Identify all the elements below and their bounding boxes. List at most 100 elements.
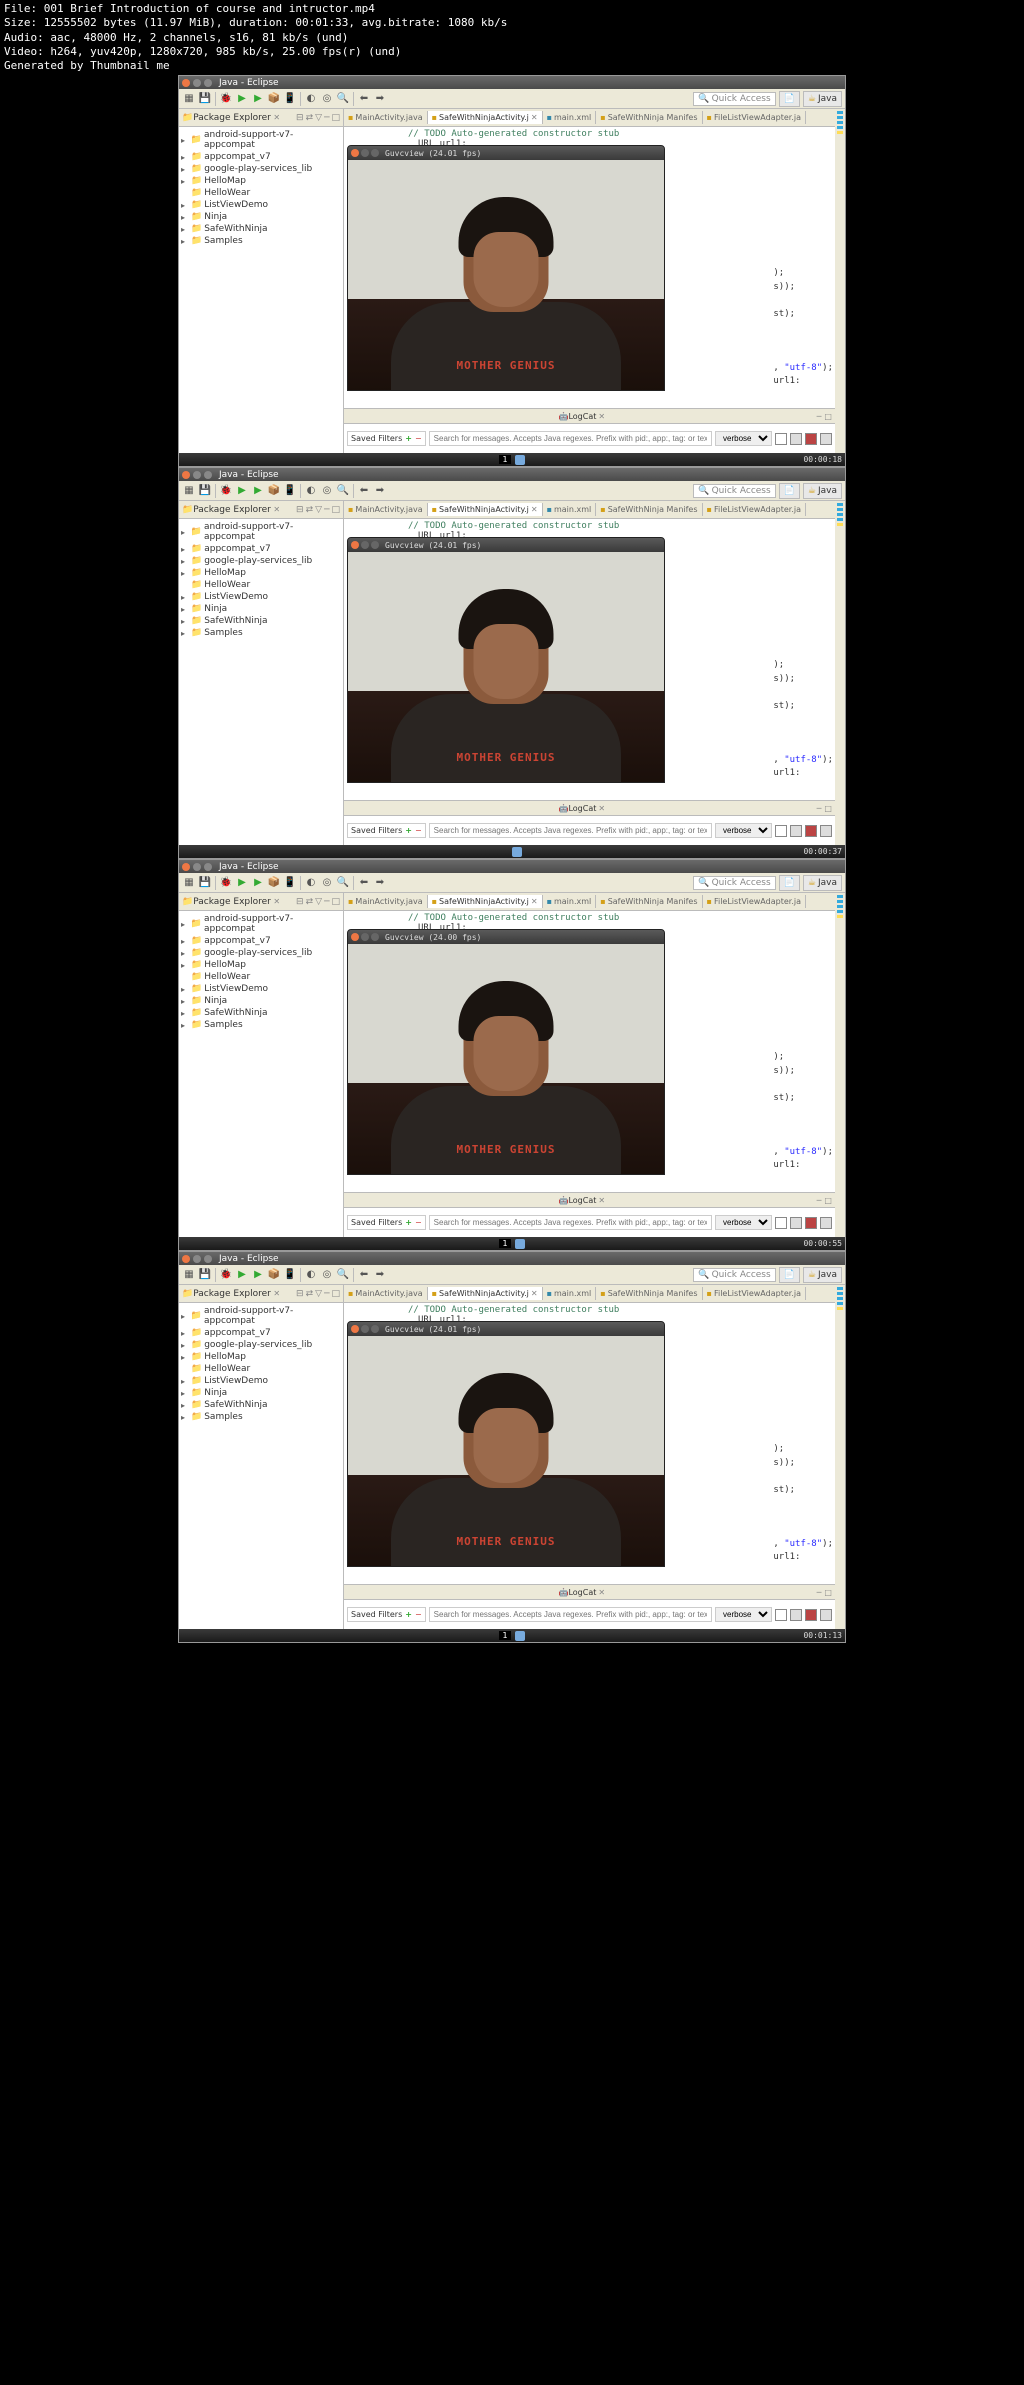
- tab-0[interactable]: ▪ MainActivity.java: [344, 111, 428, 124]
- avd-icon[interactable]: 📱: [283, 92, 297, 106]
- collapse-icon[interactable]: ⊟: [296, 1289, 304, 1299]
- open-type-icon[interactable]: ◎: [320, 484, 334, 498]
- close-icon[interactable]: ✕: [531, 897, 538, 906]
- menu-icon[interactable]: ▽: [315, 1289, 322, 1299]
- tab-3[interactable]: ▪ SafeWithNinja Manifes: [596, 111, 702, 124]
- save-log-icon[interactable]: [775, 825, 787, 837]
- save-icon[interactable]: 💾: [198, 876, 212, 890]
- save-icon[interactable]: 💾: [198, 484, 212, 498]
- tree-item-samples[interactable]: ▸ 📁 Samples: [181, 1411, 341, 1423]
- logcat-label[interactable]: LogCat: [568, 804, 596, 813]
- menu-icon[interactable]: ▽: [315, 505, 322, 515]
- guvcview-window[interactable]: Guvcview (24.01 fps) MOTHER GENIUS: [347, 145, 665, 391]
- minimize-icon[interactable]: ─: [817, 1196, 822, 1205]
- video-titlebar[interactable]: Guvcview (24.01 fps): [348, 146, 664, 160]
- close-icon[interactable]: [351, 149, 359, 157]
- nav-back-icon[interactable]: ⬅: [357, 876, 371, 890]
- clear-log-icon[interactable]: [790, 1217, 802, 1229]
- tree-item-safewithninja[interactable]: ▸ 📁 SafeWithNinja: [181, 1399, 341, 1411]
- expand-icon[interactable]: ▸: [181, 1329, 189, 1338]
- search-icon[interactable]: 🔍: [336, 484, 350, 498]
- tree-item-samples[interactable]: ▸ 📁 Samples: [181, 235, 341, 247]
- guvcview-window[interactable]: Guvcview (24.01 fps) MOTHER GENIUS: [347, 537, 665, 783]
- minimize-icon[interactable]: [193, 863, 201, 871]
- stop-icon[interactable]: [805, 1609, 817, 1621]
- tab-4[interactable]: ▪ FileListViewAdapter.ja: [703, 895, 806, 908]
- clear-log-icon[interactable]: [790, 1609, 802, 1621]
- tree-item-google-play-services_lib[interactable]: ▸ 📁 google-play-services_lib: [181, 947, 341, 959]
- java-perspective-button[interactable]: ☕ Java: [803, 483, 842, 499]
- overview-ruler[interactable]: [835, 109, 845, 453]
- remove-filter-icon[interactable]: −: [415, 826, 422, 835]
- new-icon[interactable]: ▦: [182, 92, 196, 106]
- search-icon[interactable]: 🔍: [336, 92, 350, 106]
- window-titlebar[interactable]: Java - Eclipse: [179, 1252, 845, 1265]
- close-icon[interactable]: [351, 1325, 359, 1333]
- minimize-icon[interactable]: [193, 471, 201, 479]
- collapse-icon[interactable]: ⊟: [296, 505, 304, 515]
- minimize-icon[interactable]: ─: [324, 505, 329, 515]
- run-last-icon[interactable]: ▶: [251, 1268, 265, 1282]
- run-last-icon[interactable]: ▶: [251, 92, 265, 106]
- expand-icon[interactable]: ▸: [181, 1377, 189, 1386]
- maximize-icon[interactable]: □: [824, 804, 832, 813]
- collapse-icon[interactable]: ⊟: [296, 897, 304, 907]
- expand-icon[interactable]: ▸: [181, 528, 189, 537]
- tree-item-safewithninja[interactable]: ▸ 📁 SafeWithNinja: [181, 615, 341, 627]
- scroll-lock-icon[interactable]: [820, 433, 832, 445]
- window-titlebar[interactable]: Java - Eclipse: [179, 860, 845, 873]
- editor-area[interactable]: // TODO Auto-generated constructor stub …: [344, 519, 835, 800]
- minimize-icon[interactable]: [193, 79, 201, 87]
- log-level-select[interactable]: verbose: [715, 1607, 772, 1622]
- project-tree[interactable]: ▸ 📁 android-support-v7-appcompat ▸ 📁 app…: [179, 1303, 343, 1425]
- remove-filter-icon[interactable]: −: [415, 1610, 422, 1619]
- tree-item-hellomap[interactable]: ▸ 📁 HelloMap: [181, 567, 341, 579]
- expand-icon[interactable]: ▸: [181, 629, 189, 638]
- device-icon[interactable]: [515, 455, 525, 465]
- link-icon[interactable]: ⇄: [306, 113, 314, 123]
- maximize-icon[interactable]: [204, 79, 212, 87]
- maximize-icon[interactable]: [204, 1255, 212, 1263]
- logcat-label[interactable]: LogCat: [568, 1196, 596, 1205]
- expand-icon[interactable]: ▸: [181, 1353, 189, 1362]
- maximize-icon[interactable]: [371, 541, 379, 549]
- tree-item-hellowear[interactable]: 📁 HelloWear: [181, 187, 341, 199]
- expand-icon[interactable]: ▸: [181, 605, 189, 614]
- close-icon[interactable]: [182, 471, 190, 479]
- tab-3[interactable]: ▪ SafeWithNinja Manifes: [596, 1287, 702, 1300]
- add-filter-icon[interactable]: +: [405, 1218, 412, 1227]
- scroll-lock-icon[interactable]: [820, 1217, 832, 1229]
- log-level-select[interactable]: verbose: [715, 431, 772, 446]
- device-icon[interactable]: [515, 1631, 525, 1641]
- nav-back-icon[interactable]: ⬅: [357, 1268, 371, 1282]
- java-perspective-button[interactable]: ☕ Java: [803, 1267, 842, 1283]
- expand-icon[interactable]: ▸: [181, 225, 189, 234]
- tree-item-listviewdemo[interactable]: ▸ 📁 ListViewDemo: [181, 591, 341, 603]
- open-type-icon[interactable]: ◎: [320, 876, 334, 890]
- logcat-search-input[interactable]: [429, 1215, 712, 1230]
- menu-icon[interactable]: ▽: [315, 113, 322, 123]
- new-class-icon[interactable]: ◐: [304, 1268, 318, 1282]
- maximize-icon[interactable]: □: [824, 1196, 832, 1205]
- minimize-icon[interactable]: [361, 933, 369, 941]
- maximize-icon[interactable]: [371, 149, 379, 157]
- run-icon[interactable]: ▶: [235, 484, 249, 498]
- tree-item-android-support-v7-appcompat[interactable]: ▸ 📁 android-support-v7-appcompat: [181, 129, 341, 151]
- link-icon[interactable]: ⇄: [306, 505, 314, 515]
- add-filter-icon[interactable]: +: [405, 1610, 412, 1619]
- minimize-icon[interactable]: ─: [324, 113, 329, 123]
- close-icon[interactable]: ✕: [531, 505, 538, 514]
- tree-item-android-support-v7-appcompat[interactable]: ▸ 📁 android-support-v7-appcompat: [181, 1305, 341, 1327]
- close-icon[interactable]: ✕: [531, 1289, 538, 1298]
- package-icon[interactable]: 📦: [267, 1268, 281, 1282]
- expand-icon[interactable]: ▸: [181, 949, 189, 958]
- tree-item-safewithninja[interactable]: ▸ 📁 SafeWithNinja: [181, 223, 341, 235]
- stop-icon[interactable]: [805, 1217, 817, 1229]
- window-titlebar[interactable]: Java - Eclipse: [179, 76, 845, 89]
- maximize-icon[interactable]: □: [331, 113, 340, 123]
- tree-item-android-support-v7-appcompat[interactable]: ▸ 📁 android-support-v7-appcompat: [181, 521, 341, 543]
- link-icon[interactable]: ⇄: [306, 1289, 314, 1299]
- logcat-search-input[interactable]: [429, 431, 712, 446]
- open-type-icon[interactable]: ◎: [320, 1268, 334, 1282]
- nav-fwd-icon[interactable]: ➡: [373, 876, 387, 890]
